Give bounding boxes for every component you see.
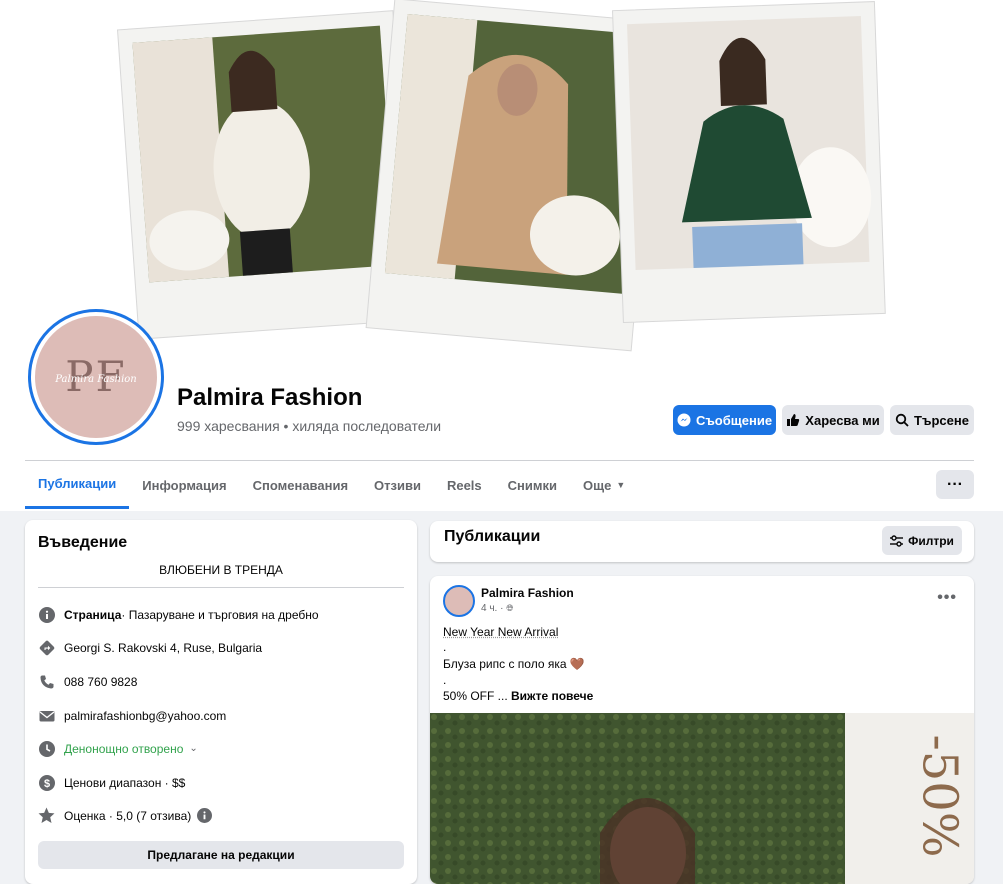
post-time-text: 4 ч. · [481,603,504,614]
category-label: Страница [64,607,122,622]
tab-mentions[interactable]: Споменавания [240,461,361,509]
post-time: 4 ч. · 🌐︎ [481,603,513,614]
rating-text: Оценка · 5,0 (7 отзива) [64,808,192,823]
chevron-down-icon: ⌄ [189,743,198,754]
post-image-art [430,713,974,884]
filters-button[interactable]: Филтри [882,526,962,555]
category-value: · Пазаруване и търговия на дребно [121,607,319,622]
phone-text: 088 760 9828 [64,674,138,689]
cover-polaroids [116,0,886,352]
post-avatar[interactable] [443,585,475,617]
search-icon [895,413,909,427]
post-image[interactable]: -50% [430,713,974,884]
tab-reviews[interactable]: Отзиви [361,461,434,509]
page-stats[interactable]: 999 харесвания • хиляда последователи [177,418,441,434]
info-icon [38,606,55,623]
message-button[interactable]: Съобщение [673,405,776,435]
clock-icon [38,740,55,757]
tab-bar: Публикации Информация Споменавания Отзив… [25,461,638,509]
post-card: Palmira Fashion 4 ч. · 🌐︎ ••• New Year N… [430,576,974,884]
tab-about[interactable]: Информация [129,461,239,509]
email-text: palmirafashionbg@yahoo.com [64,708,227,723]
page-header: PF Palmira Fashion Palmira Fashion 999 х… [0,0,1003,511]
like-button[interactable]: Харесва ми [782,405,884,435]
post-author[interactable]: Palmira Fashion [481,586,574,600]
tab-posts[interactable]: Публикации [25,461,130,509]
intro-title: Въведение [38,534,128,551]
price-icon: $ [38,774,55,791]
svg-text:$: $ [43,778,49,790]
info-rating[interactable]: Оценка · 5,0 (7 отзива) [38,807,213,824]
globe-icon: 🌐︎ [506,603,514,613]
address-text: Georgi S. Rakovski 4, Ruse, Bulgaria [64,640,263,655]
phone-icon [38,673,55,690]
posts-title: Публикации [444,528,541,545]
directions-icon [38,639,55,656]
email-icon [38,707,55,724]
avatar-script: Palmira Fashion [55,374,137,385]
info-address[interactable]: Georgi S. Rakovski 4, Ruse, Bulgaria [38,639,262,656]
thumbs-up-icon [787,414,800,426]
profile-picture[interactable]: PF Palmira Fashion [28,309,164,445]
star-icon [38,807,55,824]
suggest-edits-button[interactable]: Предлагане на редакции [38,841,404,869]
post-line-2: Блуза рипс с поло яка 🤎 [443,657,585,671]
like-label: Харесва ми [805,412,880,428]
caret-down-icon: ▼ [616,480,626,490]
info-category: Страница · Пазаруване и търговия на дреб… [38,606,319,623]
avatar: PF Palmira Fashion [35,316,157,438]
info-hours[interactable]: Денонощно отворено ⌄ [38,740,198,757]
intro-card: Въведение ВЛЮБЕНИ В ТРЕНДА Страница · Па… [25,520,417,884]
messenger-icon [677,413,691,427]
discount-text: -50% [911,734,968,858]
search-button[interactable]: Търсене [890,405,974,435]
cover-photo[interactable] [0,0,1003,360]
post-dot-2: . [443,673,447,687]
post-options-icon[interactable]: ••• [937,589,957,607]
posts-header-card: Публикации Филтри [430,521,974,562]
info-email[interactable]: palmirafashionbg@yahoo.com [38,707,226,724]
see-more-link[interactable]: Вижте повече [511,689,593,703]
tab-reels[interactable]: Reels [434,461,495,509]
page-title[interactable]: Palmira Fashion [177,384,362,412]
intro-bio: ВЛЮБЕНИ В ТРЕНДА [38,563,404,588]
message-label: Съобщение [695,412,773,428]
post-dot-1: . [443,640,447,654]
tab-photos[interactable]: Снимки [495,461,570,509]
rating-info-icon[interactable] [197,808,213,823]
post-line-1: New Year New Arrival [443,625,559,639]
filters-label: Филтри [908,533,954,548]
post-line-3: 50% OFF ... Вижте повече [443,689,593,703]
info-phone[interactable]: 088 760 9828 [38,673,137,690]
price-text: Ценови диапазон · $$ [64,775,186,790]
more-options-button[interactable]: ··· [936,470,974,499]
hours-text: Денонощно отворено [64,741,184,756]
post-line-3-text: 50% OFF ... [443,689,512,703]
tab-more[interactable]: Още ▼ [570,461,638,509]
tab-more-label: Още [583,477,612,493]
search-label: Търсене [914,412,969,428]
sliders-icon [890,534,904,547]
info-price: $ Ценови диапазон · $$ [38,774,185,791]
